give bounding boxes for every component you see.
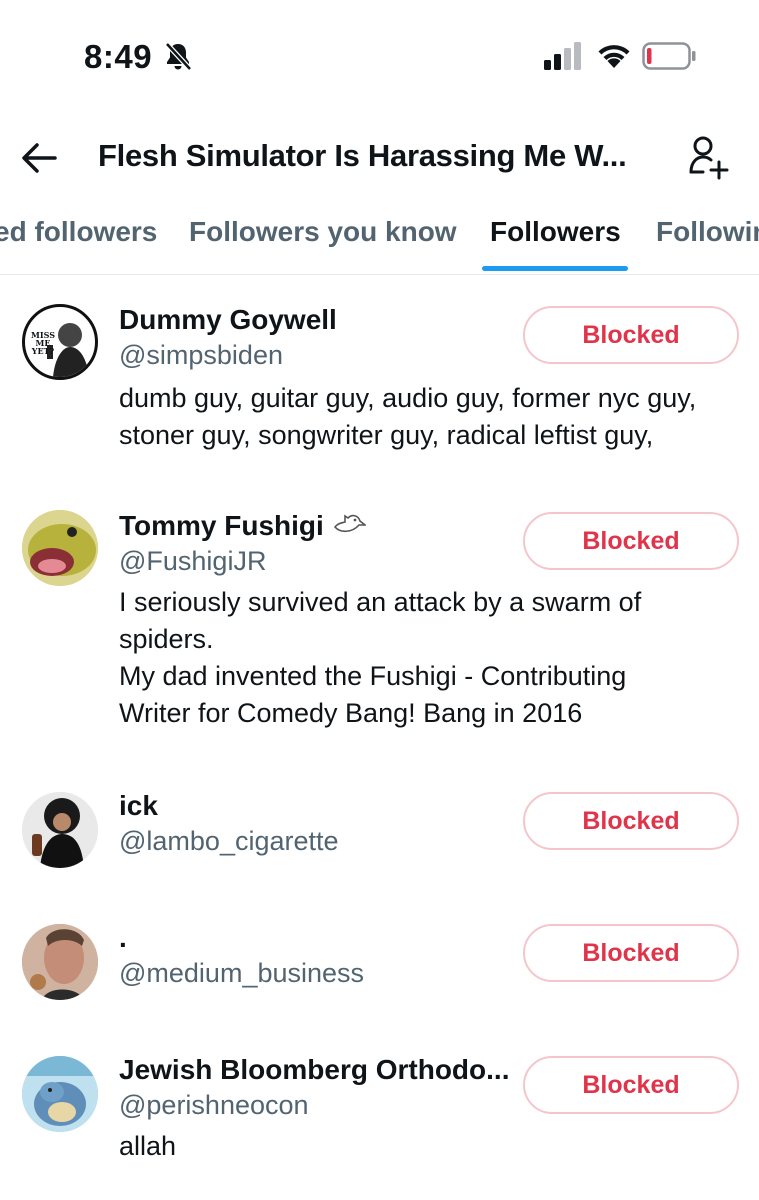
avatar-caption: MISS ME YET?: [31, 330, 55, 356]
tab-followers-you-know[interactable]: Followers you know: [189, 216, 457, 248]
bio-line: dumb guy, guitar guy, audio guy, former …: [119, 383, 697, 413]
user-handle: @medium_business: [119, 958, 365, 988]
header: Flesh Simulator Is Harassing Me W...: [0, 118, 759, 198]
bio-line: Writer for Comedy Bang! Bang in 2016: [119, 698, 583, 728]
user-handle: @FushigiJR: [119, 546, 267, 576]
bio-line: spiders.: [119, 624, 214, 654]
user-handle: @lambo_cigarette: [119, 826, 339, 856]
battery-low-icon: [642, 42, 696, 70]
blocked-button[interactable]: Blocked: [523, 512, 739, 570]
active-tab-indicator: [482, 266, 628, 271]
user-name[interactable]: Jewish Bloomberg Orthodo...: [119, 1054, 509, 1086]
avatar-image: [22, 792, 98, 868]
bio-line: allah: [119, 1131, 177, 1161]
avatar[interactable]: [22, 924, 98, 1000]
avatar[interactable]: [22, 510, 98, 586]
avatar[interactable]: [22, 792, 98, 868]
avatar-image: [22, 924, 98, 1000]
user-bio: allah: [119, 1128, 744, 1165]
user-name-text: Tommy Fushigi: [119, 510, 324, 541]
user-handle: @simpsbiden: [119, 340, 283, 370]
avatar[interactable]: [22, 1056, 98, 1132]
status-time: 8:49: [84, 38, 153, 75]
blocked-button[interactable]: Blocked: [523, 1056, 739, 1114]
tab-verified-followers[interactable]: ed followers: [0, 216, 157, 248]
tab-following[interactable]: Followin: [656, 216, 759, 248]
user-name[interactable]: .: [119, 922, 127, 954]
user-name[interactable]: Tommy Fushigi: [119, 510, 367, 542]
cellular-signal-icon: [544, 42, 581, 70]
page-title: Flesh Simulator Is Harassing Me W...: [98, 138, 627, 173]
bell-muted-icon: [165, 42, 192, 71]
user-bio: I seriously survived an attack by a swar…: [119, 584, 744, 732]
avatar-image: [22, 510, 98, 586]
blocked-button[interactable]: Blocked: [523, 924, 739, 982]
blocked-button[interactable]: Blocked: [523, 306, 739, 364]
avatar-image: [22, 1056, 98, 1132]
back-arrow-icon[interactable]: [20, 140, 58, 176]
bio-line: I seriously survived an attack by a swar…: [119, 587, 642, 617]
bio-line: My dad invented the Fushigi - Contributi…: [119, 661, 627, 691]
wifi-icon: [598, 45, 630, 68]
bird-emoji-icon: [333, 514, 367, 533]
user-name[interactable]: Dummy Goywell: [119, 304, 337, 336]
add-user-icon[interactable]: [686, 134, 730, 180]
avatar[interactable]: MISS ME YET?: [22, 304, 98, 380]
bio-line: stoner guy, songwriter guy, radical left…: [119, 420, 654, 450]
tab-bar: ed followers Followers you know Follower…: [0, 198, 759, 275]
status-bar: 8:49: [0, 0, 759, 110]
blocked-button[interactable]: Blocked: [523, 792, 739, 850]
tab-followers[interactable]: Followers: [490, 216, 621, 248]
user-name[interactable]: ick: [119, 790, 158, 822]
user-handle: @perishneocon: [119, 1090, 309, 1120]
user-bio: dumb guy, guitar guy, audio guy, former …: [119, 380, 744, 454]
